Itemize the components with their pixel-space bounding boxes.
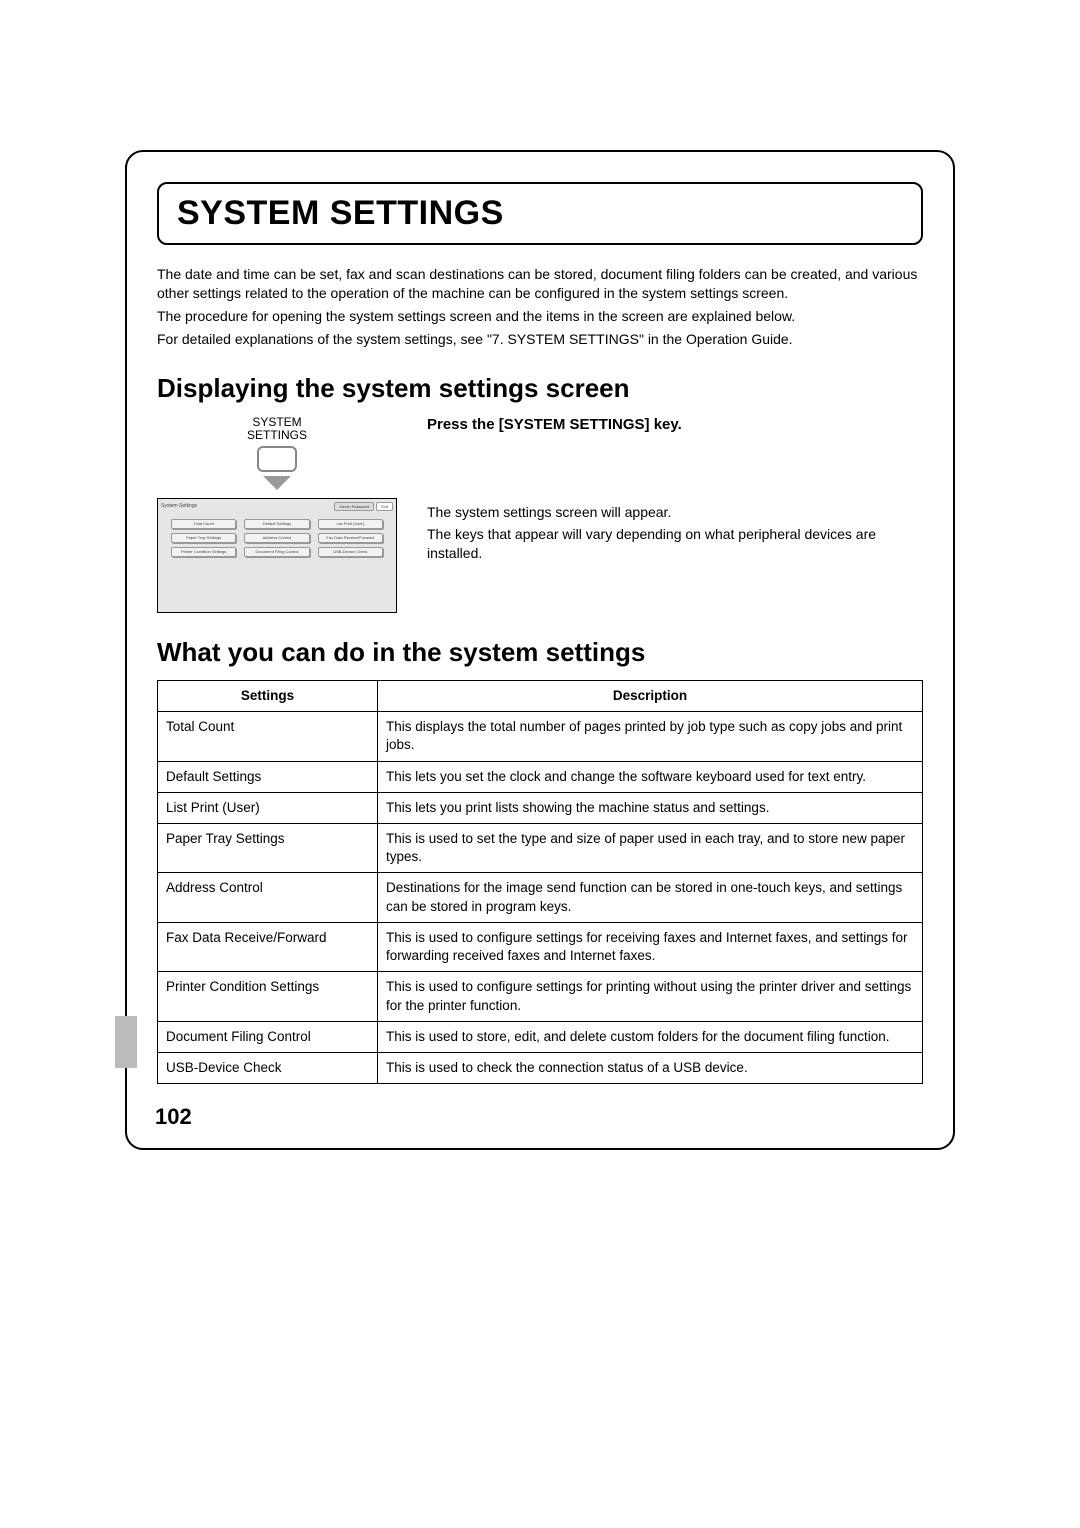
cell-setting: Address Control (158, 873, 378, 922)
screen-btn: Paper Tray Settings (171, 533, 236, 543)
table-row: Address ControlDestinations for the imag… (158, 873, 923, 922)
screen-btn: Document Filing Control (244, 547, 309, 557)
cell-setting: Total Count (158, 712, 378, 761)
table-row: Default SettingsThis lets you set the cl… (158, 761, 923, 792)
title-box: SYSTEM SETTINGS (157, 182, 923, 245)
table-row: Printer Condition SettingsThis is used t… (158, 972, 923, 1021)
intro-p3: For detailed explanations of the system … (157, 330, 923, 349)
key-label-line1: SYSTEM (157, 416, 397, 429)
table-row: Document Filing ControlThis is used to s… (158, 1021, 923, 1052)
table-row: Paper Tray SettingsThis is used to set t… (158, 824, 923, 873)
cell-desc: This is used to check the connection sta… (378, 1053, 923, 1084)
cell-desc: This lets you print lists showing the ma… (378, 792, 923, 823)
intro-p2: The procedure for opening the system set… (157, 307, 923, 326)
screen-btn: USB-Device Check (318, 547, 383, 557)
page-title: SYSTEM SETTINGS (177, 194, 903, 233)
system-settings-key-icon (257, 446, 297, 472)
screen-btn: Default Settings (244, 519, 309, 529)
th-settings: Settings (158, 680, 378, 711)
cell-desc: Destinations for the image send function… (378, 873, 923, 922)
admin-password-button: Admin Password (334, 502, 374, 511)
cell-desc: This is used to configure settings for r… (378, 922, 923, 971)
left-column: SYSTEM SETTINGS System Settings Admin Pa… (157, 416, 397, 613)
table-row: USB-Device CheckThis is used to check th… (158, 1053, 923, 1084)
right-column: Press the [SYSTEM SETTINGS] key. The sys… (427, 416, 923, 568)
th-description: Description (378, 680, 923, 711)
intro-p1: The date and time can be set, fax and sc… (157, 265, 923, 303)
cell-setting: Document Filing Control (158, 1021, 378, 1052)
intro-text: The date and time can be set, fax and sc… (157, 265, 923, 349)
display-row: SYSTEM SETTINGS System Settings Admin Pa… (157, 416, 923, 613)
cell-setting: List Print (User) (158, 792, 378, 823)
instruction-p1: The system settings screen will appear. (427, 503, 923, 522)
cell-desc: This is used to store, edit, and delete … (378, 1021, 923, 1052)
down-arrow-icon (263, 476, 291, 490)
cell-setting: Fax Data Receive/Forward (158, 922, 378, 971)
cell-desc: This displays the total number of pages … (378, 712, 923, 761)
exit-button: Exit (376, 502, 393, 511)
table-row: List Print (User)This lets you print lis… (158, 792, 923, 823)
page-frame: SYSTEM SETTINGS The date and time can be… (125, 150, 955, 1150)
instruction-heading: Press the [SYSTEM SETTINGS] key. (427, 416, 923, 433)
settings-table: Settings Description Total CountThis dis… (157, 680, 923, 1084)
screen-btn: List Print (User) (318, 519, 383, 529)
instruction-p2: The keys that appear will vary depending… (427, 525, 923, 563)
cell-setting: Default Settings (158, 761, 378, 792)
cell-setting: Printer Condition Settings (158, 972, 378, 1021)
cell-desc: This lets you set the clock and change t… (378, 761, 923, 792)
screen-simulation: System Settings Admin Password Exit Tota… (157, 498, 397, 613)
table-row: Fax Data Receive/ForwardThis is used to … (158, 922, 923, 971)
table-row: Total CountThis displays the total numbe… (158, 712, 923, 761)
screen-btn: Total Count (171, 519, 236, 529)
section1-heading: Displaying the system settings screen (157, 373, 923, 404)
screen-btn: Address Control (244, 533, 309, 543)
screen-title: System Settings (161, 503, 197, 509)
screen-btn: Fax Data Receive/Forward (318, 533, 383, 543)
side-tab (115, 1016, 137, 1068)
cell-desc: This is used to configure settings for p… (378, 972, 923, 1021)
screen-btn: Printer Condition Settings (171, 547, 236, 557)
keypad-illustration: SYSTEM SETTINGS (157, 416, 397, 490)
section2-heading: What you can do in the system settings (157, 637, 923, 668)
key-label-line2: SETTINGS (157, 429, 397, 442)
cell-setting: USB-Device Check (158, 1053, 378, 1084)
cell-desc: This is used to set the type and size of… (378, 824, 923, 873)
cell-setting: Paper Tray Settings (158, 824, 378, 873)
page-number: 102 (155, 1104, 192, 1130)
